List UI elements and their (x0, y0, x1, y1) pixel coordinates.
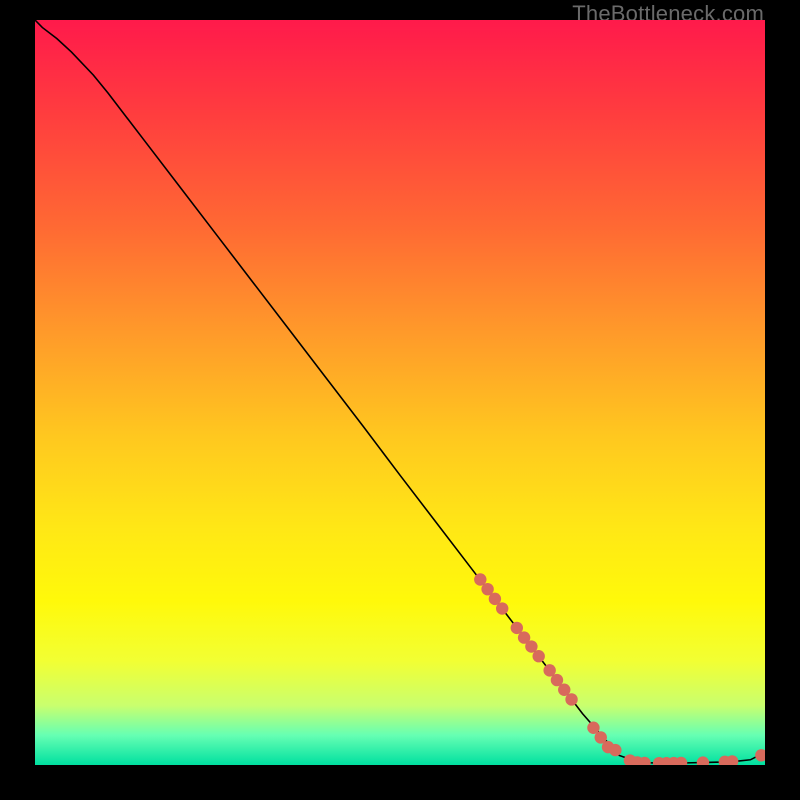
chart-frame: TheBottleneck.com (0, 0, 800, 800)
plot-area (35, 20, 765, 765)
scatter-points (474, 573, 765, 765)
data-point (755, 749, 765, 761)
chart-svg (35, 20, 765, 765)
data-point (565, 693, 577, 705)
data-point (496, 602, 508, 614)
curve-line (35, 20, 765, 763)
data-point (609, 744, 621, 756)
data-point (533, 650, 545, 662)
data-point (697, 756, 709, 765)
